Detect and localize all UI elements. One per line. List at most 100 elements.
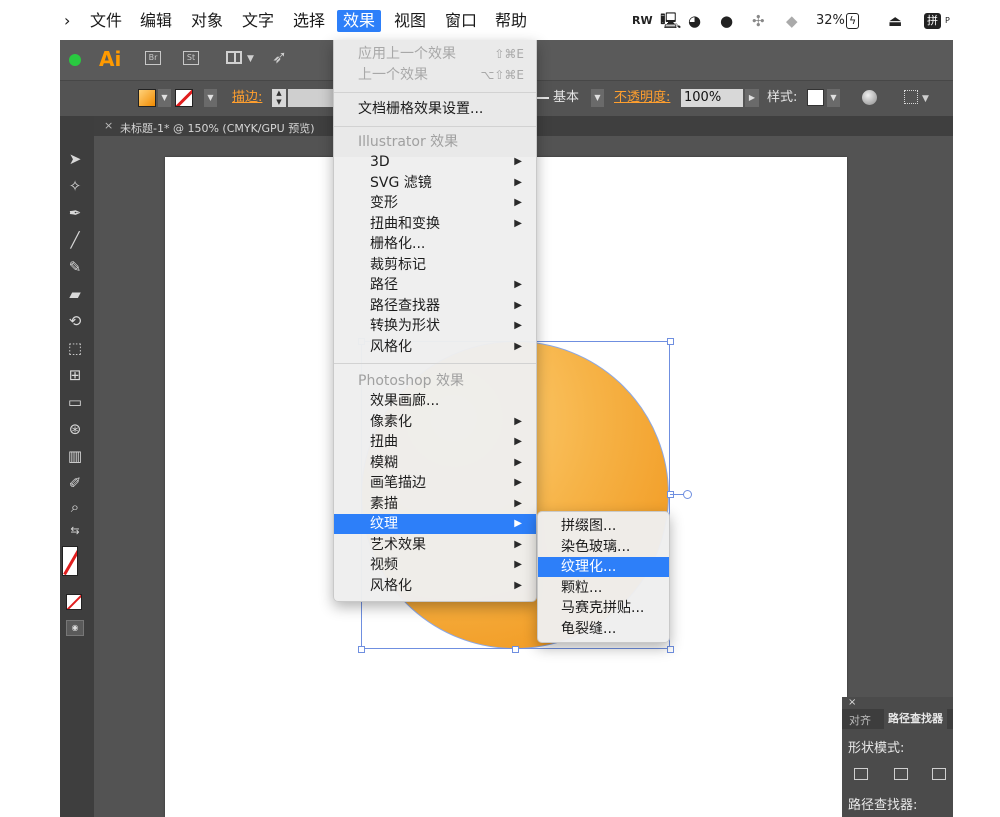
menu-effect[interactable]: 效果 bbox=[337, 10, 382, 32]
menu-item-convert-to-shape[interactable]: 转换为形状 ▶ bbox=[334, 316, 536, 336]
bridge-button[interactable]: Br bbox=[145, 51, 161, 65]
opacity-input[interactable]: 100% bbox=[681, 89, 743, 107]
minus-front-icon[interactable] bbox=[894, 768, 908, 780]
free-transform-tool-icon[interactable]: ⬚ bbox=[64, 337, 86, 359]
intersect-icon[interactable] bbox=[932, 768, 946, 780]
menu-item-document-raster-settings[interactable]: 文档栅格效果设置... bbox=[334, 99, 536, 119]
menu-item-sketch[interactable]: 素描 ▶ bbox=[334, 494, 536, 514]
stock-button[interactable]: St bbox=[183, 51, 199, 65]
submenu-item-stained-glass[interactable]: 染色玻璃... bbox=[538, 537, 669, 557]
zoom-tool-icon[interactable]: ⌕ bbox=[64, 496, 86, 518]
qq-icon[interactable]: ● bbox=[720, 10, 733, 32]
stroke-label[interactable]: 描边: bbox=[232, 89, 262, 107]
line-tool-icon[interactable]: ╱ bbox=[64, 229, 86, 251]
fill-stroke-indicator[interactable] bbox=[62, 546, 78, 576]
menu-item-pathfinder[interactable]: 路径查找器 ▶ bbox=[334, 296, 536, 316]
submenu-item-mosaic-tiles[interactable]: 马赛克拼贴... bbox=[538, 598, 669, 618]
swap-fill-stroke-icon[interactable]: ⇆ bbox=[64, 520, 86, 542]
resize-handle-bottom-left[interactable] bbox=[358, 646, 365, 653]
network-icon[interactable]: ✣ bbox=[752, 10, 765, 32]
battery-icon[interactable]: ϟ bbox=[846, 10, 860, 32]
menu-item-stylize-illustrator[interactable]: 风格化 ▶ bbox=[334, 337, 536, 357]
menu-item-stylize-photoshop[interactable]: 风格化 ▶ bbox=[334, 576, 536, 596]
menu-item-crop-marks[interactable]: 裁剪标记 bbox=[334, 255, 536, 275]
input-method-icon[interactable]: 拼 bbox=[924, 10, 941, 32]
stroke-color-swatch[interactable] bbox=[175, 89, 193, 107]
column-graph-tool-icon[interactable]: ▥ bbox=[64, 445, 86, 467]
menu-item-distort[interactable]: 扭曲 ▶ bbox=[334, 432, 536, 452]
submenu-item-grain[interactable]: 颗粒... bbox=[538, 578, 669, 598]
menu-type[interactable]: 文字 bbox=[236, 10, 280, 32]
tray-rw-icon[interactable]: RW bbox=[632, 10, 653, 32]
variable-width-profile[interactable]: 基本 bbox=[553, 89, 579, 107]
menu-help[interactable]: 帮助 bbox=[489, 10, 533, 32]
menu-item-last-effect[interactable]: 上一个效果 ⌥⇧⌘E bbox=[334, 65, 536, 85]
paintbrush-tool-icon[interactable]: ✎ bbox=[64, 256, 86, 278]
magic-wand-tool-icon[interactable]: ✧ bbox=[64, 175, 86, 197]
airplay-icon[interactable]: ⏏ bbox=[888, 10, 902, 32]
menu-object[interactable]: 对象 bbox=[185, 10, 229, 32]
profile-dropdown[interactable]: ▼ bbox=[591, 89, 604, 107]
eyedropper-tool-icon[interactable]: ✐ bbox=[64, 472, 86, 494]
graphic-style-swatch[interactable] bbox=[807, 89, 824, 106]
resize-handle-top-right[interactable] bbox=[667, 338, 674, 345]
menu-item-svg-filters[interactable]: SVG 滤镜 ▶ bbox=[334, 173, 536, 193]
window-zoom-button[interactable] bbox=[69, 54, 81, 66]
artboard-tool-icon[interactable]: ▭ bbox=[64, 391, 86, 413]
submenu-item-patchwork[interactable]: 拼缀图... bbox=[538, 516, 669, 536]
menu-item-video[interactable]: 视频 ▶ bbox=[334, 555, 536, 575]
align-dropdown-chevron-icon[interactable]: ▼ bbox=[922, 94, 929, 104]
tray-monitor-icon[interactable]: 🖳 bbox=[660, 10, 681, 32]
vpn-icon[interactable]: ◆ bbox=[786, 10, 798, 32]
close-tab-icon[interactable]: × bbox=[104, 119, 113, 132]
menu-select[interactable]: 选择 bbox=[287, 10, 331, 32]
menu-item-path[interactable]: 路径 ▶ bbox=[334, 275, 536, 295]
tab-pathfinder[interactable]: 路径查找器 bbox=[884, 709, 947, 729]
unite-icon[interactable] bbox=[854, 768, 868, 780]
menu-item-blur[interactable]: 模糊 ▶ bbox=[334, 453, 536, 473]
opacity-label[interactable]: 不透明度: bbox=[614, 89, 670, 107]
apple-menu-partial[interactable]: › bbox=[58, 10, 76, 32]
menu-item-3d[interactable]: 3D ▶ bbox=[334, 152, 536, 172]
submenu-item-craquelure[interactable]: 龟裂缝... bbox=[538, 619, 669, 639]
document-tab-title[interactable]: 未标题-1* @ 150% (CMYK/GPU 预览) bbox=[120, 120, 315, 136]
menu-file[interactable]: 文件 bbox=[84, 10, 128, 32]
opacity-expand-button[interactable]: ▶ bbox=[745, 89, 759, 107]
menu-item-brush-strokes[interactable]: 画笔描边 ▶ bbox=[334, 473, 536, 493]
arrange-documents-icon[interactable] bbox=[226, 51, 242, 64]
panel-close-icon[interactable]: × bbox=[848, 697, 856, 708]
menu-item-texture[interactable]: 纹理 ▶ bbox=[334, 514, 536, 534]
tab-align[interactable]: 对齐 bbox=[849, 712, 871, 728]
menu-item-rasterize[interactable]: 栅格化... bbox=[334, 234, 536, 254]
symbol-sprayer-tool-icon[interactable]: ⊛ bbox=[64, 418, 86, 440]
eraser-tool-icon[interactable]: ▰ bbox=[64, 283, 86, 305]
menu-edit[interactable]: 编辑 bbox=[134, 10, 178, 32]
recolor-artwork-icon[interactable] bbox=[862, 90, 877, 105]
shape-builder-tool-icon[interactable]: ⊞ bbox=[64, 364, 86, 386]
resize-handle-bottom[interactable] bbox=[512, 646, 519, 653]
stroke-weight-field[interactable] bbox=[288, 89, 334, 107]
stroke-weight-stepper[interactable]: ▲ ▼ bbox=[272, 89, 286, 107]
menu-window[interactable]: 窗口 bbox=[439, 10, 483, 32]
menu-item-distort-transform[interactable]: 扭曲和变换 ▶ bbox=[334, 214, 536, 234]
chevron-down-icon[interactable]: ▼ bbox=[247, 54, 254, 64]
fill-dropdown[interactable]: ▼ bbox=[158, 89, 171, 107]
gpu-performance-icon[interactable]: ➶ bbox=[272, 47, 287, 68]
style-dropdown[interactable]: ▼ bbox=[827, 89, 840, 107]
wechat-icon[interactable]: ◕ bbox=[688, 10, 701, 32]
menu-item-warp[interactable]: 变形 ▶ bbox=[334, 193, 536, 213]
menu-item-effect-gallery[interactable]: 效果画廊... bbox=[334, 391, 536, 411]
menu-item-apply-last-effect[interactable]: 应用上一个效果 ⇧⌘E bbox=[334, 44, 536, 64]
submenu-item-texturizer[interactable]: 纹理化... bbox=[538, 557, 669, 577]
fill-color-swatch[interactable] bbox=[138, 89, 156, 107]
stroke-dropdown[interactable]: ▼ bbox=[204, 89, 217, 107]
menu-item-pixelate[interactable]: 像素化 ▶ bbox=[334, 412, 536, 432]
rotate-tool-icon[interactable]: ⟲ bbox=[64, 310, 86, 332]
selection-tool-icon[interactable]: ➤ bbox=[64, 148, 86, 170]
menu-item-artistic[interactable]: 艺术效果 ▶ bbox=[334, 535, 536, 555]
align-options-icon[interactable] bbox=[904, 90, 918, 104]
drawing-mode-button[interactable]: ◉ bbox=[66, 620, 84, 636]
resize-handle-bottom-right[interactable] bbox=[667, 646, 674, 653]
none-color-button[interactable] bbox=[66, 594, 82, 610]
pen-tool-icon[interactable]: ✒ bbox=[64, 202, 86, 224]
